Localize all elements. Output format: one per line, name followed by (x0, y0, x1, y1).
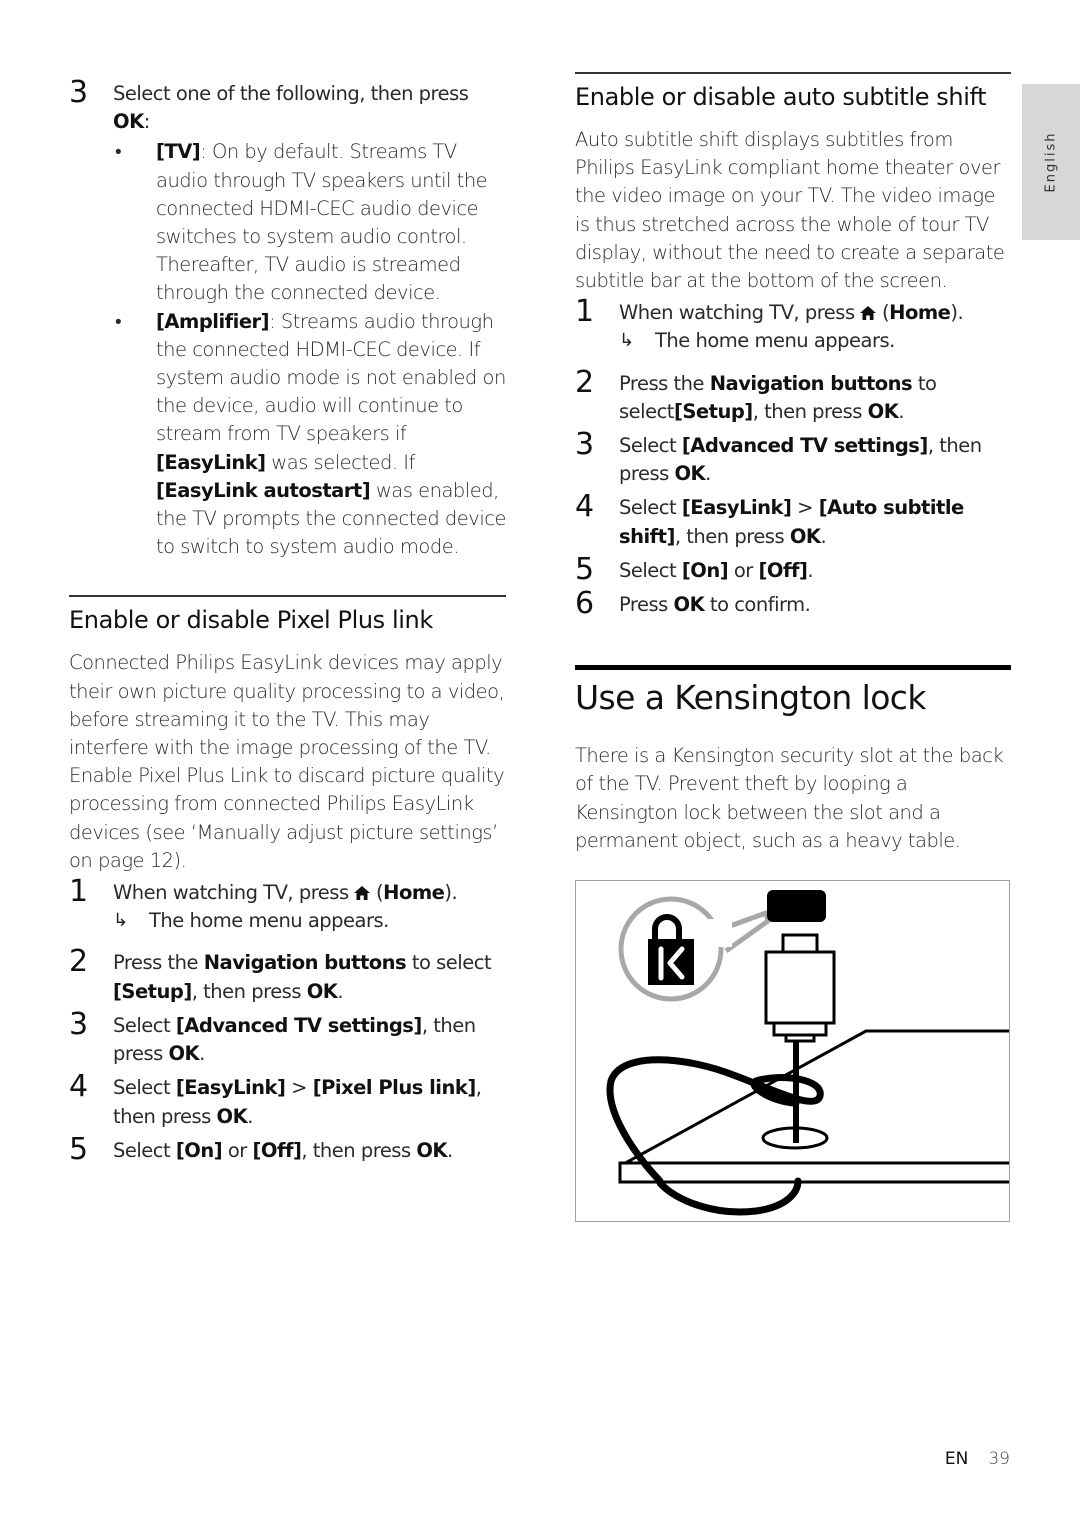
step-1: 1 When watching TV, press (Home). ↳ The … (575, 296, 1011, 355)
step-4: 4 Select [EasyLink] > [Auto subtitle shi… (575, 489, 964, 548)
subtitle-shift-steps: 1 When watching TV, press (Home). ↳ The … (575, 296, 1011, 622)
result-arrow-icon: ↳ (113, 910, 128, 932)
kensington-lock-figure (575, 880, 1010, 1222)
page-number: 39 (988, 1449, 1010, 1469)
tv-slot (767, 890, 826, 922)
callout-bubble (618, 896, 771, 1002)
right-column: Enable or disable auto subtitle shift Au… (575, 72, 1011, 855)
step-number: 3 (69, 75, 88, 110)
home-icon (860, 300, 877, 321)
result-arrow-icon: ↳ (619, 330, 634, 352)
security-cable (606, 1041, 829, 1216)
bullet-icon: • (115, 310, 122, 333)
left-column: 3 Select one of the following, then pres… (69, 75, 506, 1167)
audio-options-list: • [TV]: On by default. Streams TV audio … (113, 138, 506, 561)
step-2: 2 Press the Navigation buttons to select… (575, 364, 937, 423)
step-4: 4 Select [EasyLink] > [Pixel Plus link],… (69, 1069, 482, 1128)
step-6: 6 Press OK to confirm. (575, 586, 811, 622)
section-intro-subtitle-shift: Auto subtitle shift displays subtitles f… (575, 128, 1005, 293)
step-select-audio-option: 3 Select one of the following, then pres… (69, 75, 506, 561)
section-divider (69, 595, 506, 598)
step-1: 1 When watching TV, press (Home). ↳ The … (69, 876, 506, 935)
page-footer: EN 39 (945, 1449, 1010, 1469)
option-amplifier: • [Amplifier]: Streams audio through the… (115, 309, 506, 559)
chapter-heading-kensington: Use a Kensington lock (575, 678, 926, 718)
step-result: ↳ The home menu appears. (113, 907, 506, 935)
step-3: 3 Select [Advanced TV settings], then pr… (575, 427, 982, 486)
kensington-intro: There is a Kensington security slot at t… (575, 744, 1004, 852)
bullet-icon: • (115, 141, 122, 164)
footer-language: EN (944, 1449, 969, 1469)
step-3: 3 Select [Advanced TV settings], then pr… (69, 1006, 476, 1066)
step-5: 5 Select [On] or [Off]. (575, 551, 814, 587)
chapter-divider (575, 665, 1011, 671)
step-5: 5 Select [On] or [Off], then press OK. (69, 1131, 453, 1167)
home-icon (354, 880, 371, 901)
lock-connector (764, 933, 836, 1043)
section-intro-pixel-plus: Connected Philips EasyLink devices may a… (69, 651, 505, 872)
step-2: 2 Press the Navigation buttons to select… (69, 944, 492, 1003)
language-tab-label: English (1043, 131, 1059, 193)
option-tv: • [TV]: On by default. Streams TV audio … (115, 140, 488, 305)
section-heading-subtitle-shift: Enable or disable auto subtitle shift (575, 83, 987, 111)
pixel-plus-steps: 1 When watching TV, press (Home). ↳ The … (69, 876, 506, 1167)
table (618, 1029, 1009, 1184)
section-heading-pixel-plus: Enable or disable Pixel Plus link (69, 606, 433, 635)
kensington-lock-illustration (606, 890, 1009, 1216)
section-divider (575, 72, 1011, 74)
step-result: ↳ The home menu appears. (619, 327, 1011, 355)
language-tab: English (1022, 84, 1080, 240)
